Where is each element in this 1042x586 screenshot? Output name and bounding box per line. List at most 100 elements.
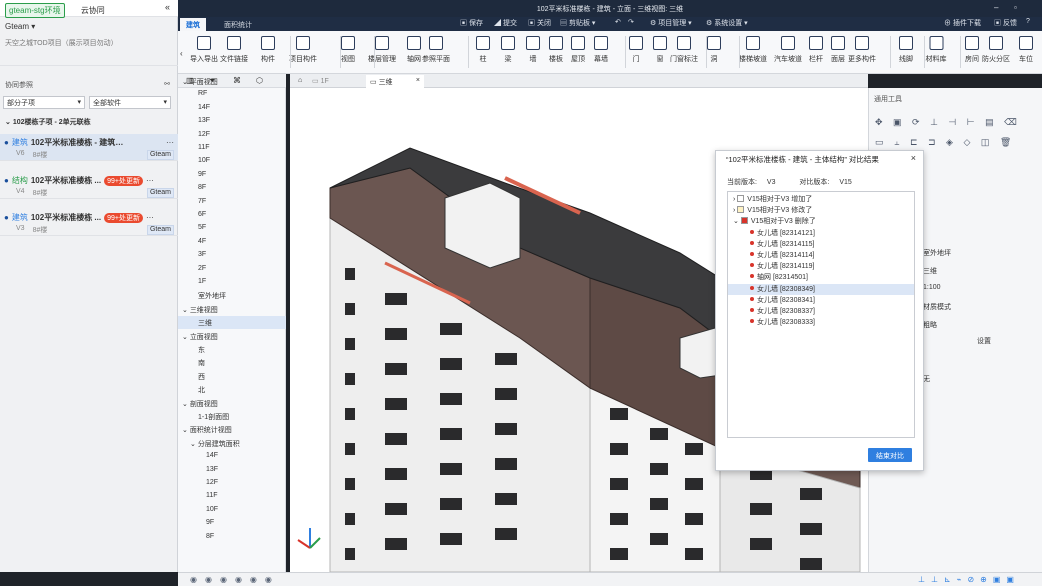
tool-16-button[interactable]: 窗: [653, 36, 667, 64]
tree-item[interactable]: 10F: [178, 155, 286, 168]
subitem-filter[interactable]: 部分子项 ▾: [3, 96, 85, 109]
tree-group-elevation[interactable]: ⌄ 立面视图: [178, 330, 286, 343]
tool-1-button[interactable]: 导入导出: [190, 36, 218, 64]
tree-group-3d[interactable]: ⌄ 三维视图: [178, 303, 286, 316]
tree-item[interactable]: 2F: [178, 263, 286, 276]
home-icon[interactable]: ⌂: [294, 75, 306, 88]
tree-item[interactable]: 6F: [178, 209, 286, 222]
tree-item[interactable]: 8F: [178, 182, 286, 195]
snap-icons[interactable]: ⊥⊥⊾⌁⊘⊕▣▣: [918, 575, 1020, 584]
tab-3d[interactable]: ▭ 三维 ×: [366, 75, 424, 88]
eye-icon[interactable]: ●: [4, 213, 9, 222]
tool-19-button[interactable]: 楼梯坡道: [739, 36, 767, 64]
close-doc-button[interactable]: ▣ 关闭: [528, 18, 551, 28]
tree-item[interactable]: 3F: [178, 249, 286, 262]
tool-10-button[interactable]: 梁: [501, 36, 515, 64]
tree-item[interactable]: 4F: [178, 236, 286, 249]
tool-9-button[interactable]: 柱: [476, 36, 490, 64]
tree-item[interactable]: 1F: [178, 276, 286, 289]
tree-item[interactable]: 10F: [178, 504, 286, 517]
redo-icon[interactable]: ↷: [628, 18, 634, 26]
tree-item[interactable]: 5F: [178, 222, 286, 235]
tool-11-button[interactable]: 墙: [526, 36, 540, 64]
tool-22-button[interactable]: 面层: [831, 36, 845, 64]
tool-17-button[interactable]: 门窗标注: [670, 36, 698, 64]
list-item[interactable]: ● 建筑 102平米标准楼栋 ... 99+处更新 ··· V3 8#楼 Gteam: [0, 209, 178, 236]
compare-group[interactable]: ⌄ V15相对于V3 删除了: [728, 216, 914, 227]
tool-23-button[interactable]: 更多构件: [848, 36, 876, 64]
deleted-element-item[interactable]: 女儿墙 [82314114]: [728, 250, 914, 261]
deleted-element-item[interactable]: 女儿墙 [82314121]: [728, 228, 914, 239]
minimize-icon[interactable]: –: [994, 3, 998, 12]
tree-item[interactable]: 11F: [178, 142, 286, 155]
group-header[interactable]: ⌄ 102楼栋子项 - 2单元联栋: [0, 116, 178, 129]
tree-item[interactable]: 12F: [178, 129, 286, 142]
tree-item[interactable]: 西: [178, 370, 286, 383]
software-filter[interactable]: 全部软件 ▾: [89, 96, 171, 109]
plugin-download-button[interactable]: ⊕ 插件下载: [944, 18, 981, 28]
more-icon[interactable]: ···: [146, 176, 154, 185]
tree-item[interactable]: 北: [178, 383, 286, 396]
tree-item[interactable]: 8F: [178, 531, 286, 544]
save-button[interactable]: ▣ 保存: [460, 18, 483, 28]
chevron-down-icon[interactable]: ⌄: [733, 218, 741, 225]
tree-item[interactable]: 9F: [178, 517, 286, 530]
tool-3-button[interactable]: 构件: [261, 36, 275, 64]
maximize-icon[interactable]: ▫: [1014, 3, 1017, 12]
tree-item[interactable]: 7F: [178, 196, 286, 209]
tool-13-button[interactable]: 屋顶: [571, 36, 585, 64]
deleted-element-item[interactable]: 女儿墙 [82308341]: [728, 295, 914, 306]
deleted-element-item[interactable]: 女儿墙 [82314119]: [728, 261, 914, 272]
tree-item[interactable]: 12F: [178, 477, 286, 490]
tab-architecture[interactable]: 建筑: [180, 18, 206, 31]
tool-7-button[interactable]: 轴网: [407, 36, 421, 64]
collapse-icon[interactable]: «: [165, 2, 170, 12]
tool-27-button[interactable]: 防火分区: [982, 36, 1010, 64]
tool-18-button[interactable]: 洞: [707, 36, 721, 64]
clipboard-button[interactable]: ▤ 剪贴板 ▾: [560, 18, 595, 28]
tool-14-button[interactable]: 幕墙: [594, 36, 608, 64]
tool-12-button[interactable]: 楼板: [549, 36, 563, 64]
system-settings-button[interactable]: ⚙ 系统设置 ▾: [706, 18, 748, 28]
list-item[interactable]: ● 结构 102平米标准楼栋 ... 99+处更新 ··· V4 8#楼 Gteam: [0, 172, 178, 199]
tool-25-button[interactable]: 材料库: [926, 36, 947, 64]
more-icon[interactable]: ···: [146, 213, 154, 222]
tree-item[interactable]: 13F: [178, 464, 286, 477]
help-icon[interactable]: ?: [1026, 18, 1030, 25]
tab-1f[interactable]: ▭ 1F: [308, 75, 333, 88]
tree-item[interactable]: RF: [178, 88, 286, 101]
tool-24-button[interactable]: 线脚: [899, 36, 913, 64]
eye-icon[interactable]: ●: [4, 176, 9, 185]
tool-8-button[interactable]: 参照平面: [422, 36, 450, 64]
tree-item[interactable]: 三维: [178, 316, 286, 329]
undo-icon[interactable]: ↶: [615, 18, 621, 26]
tree-item[interactable]: 14F: [178, 102, 286, 115]
close-icon[interactable]: ×: [911, 153, 916, 163]
deleted-element-item[interactable]: 女儿墙 [82308337]: [728, 306, 914, 317]
tab-area-stats[interactable]: 面积统计: [218, 18, 258, 31]
tree-item[interactable]: 东: [178, 343, 286, 356]
tool-15-button[interactable]: 门: [629, 36, 643, 64]
settings-button[interactable]: 设置: [977, 336, 991, 346]
tool-5-button[interactable]: 视图: [341, 36, 355, 64]
project-manage-button[interactable]: ⚙ 项目管理 ▾: [650, 18, 692, 28]
tool-6-button[interactable]: 楼层管理: [368, 36, 396, 64]
close-icon[interactable]: ×: [416, 77, 420, 84]
tree-group-plan[interactable]: ⌄ 平面视图: [178, 75, 286, 88]
deleted-element-item[interactable]: 女儿墙 [82308333]: [728, 317, 914, 328]
tree-item[interactable]: 南: [178, 356, 286, 369]
tree-item[interactable]: 13F: [178, 115, 286, 128]
tool-26-button[interactable]: 房间: [965, 36, 979, 64]
tree-group-section[interactable]: ⌄ 剖面视图: [178, 397, 286, 410]
eye-icon[interactable]: ●: [4, 138, 9, 147]
tool-28-button[interactable]: 车位: [1019, 36, 1033, 64]
compare-group[interactable]: › V15相对于V3 修改了: [728, 205, 914, 216]
more-icon[interactable]: ···: [166, 138, 174, 147]
deleted-element-item[interactable]: 女儿墙 [82308349]: [728, 284, 914, 295]
tree-group-area-floor[interactable]: ⌄ 分层建筑面积: [178, 437, 286, 450]
view-control-icons[interactable]: ◉◉◉◉◉◉: [190, 575, 280, 584]
tool-20-button[interactable]: 汽车坡道: [774, 36, 802, 64]
tool-4-button[interactable]: 项目构件: [289, 36, 317, 64]
feedback-button[interactable]: ▣ 反馈: [994, 18, 1017, 28]
deleted-element-item[interactable]: 女儿墙 [82314115]: [728, 239, 914, 250]
